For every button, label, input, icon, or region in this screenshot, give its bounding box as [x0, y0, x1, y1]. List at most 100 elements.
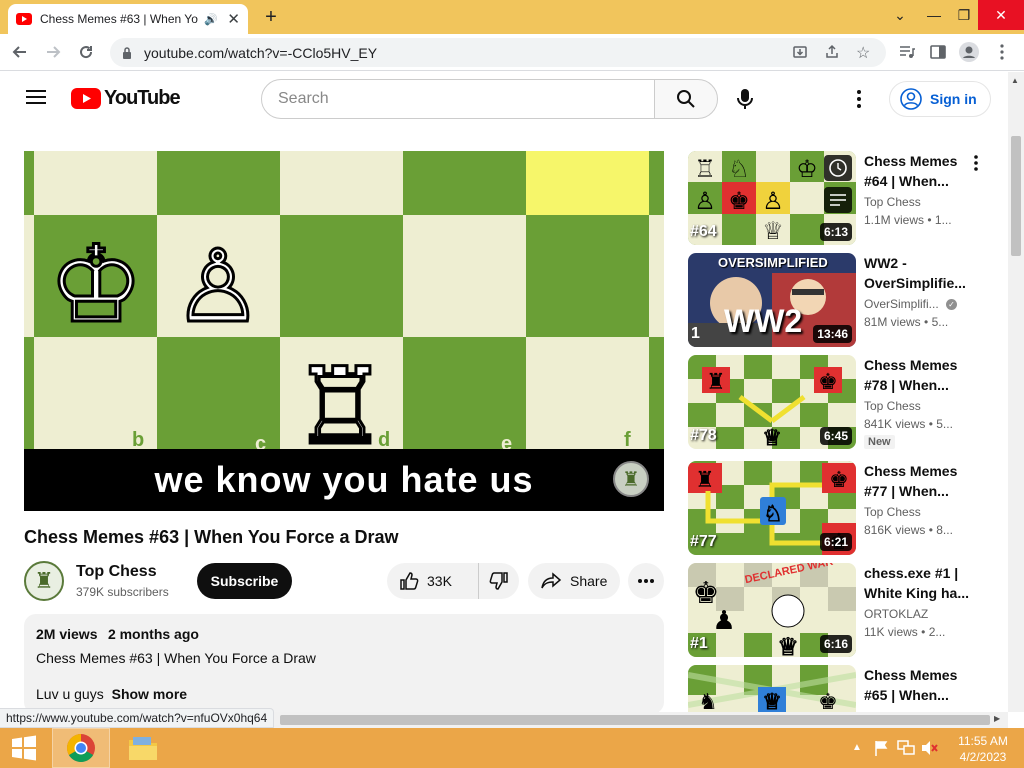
recommendation-age: 5... [931, 315, 949, 329]
show-hidden-icons-arrow-icon[interactable]: ▲ [852, 742, 862, 753]
minimize-button[interactable]: — [920, 0, 948, 30]
forward-button[interactable] [40, 39, 66, 65]
clock-date: 4/2/2023 [959, 750, 1007, 764]
thumbnail-number: #1 [690, 635, 708, 652]
recommendation-channel[interactable]: Top Chess [864, 195, 921, 209]
recommendation-thumbnail[interactable]: ♜ ♚ ♚ ♘ #77 6:21 [688, 461, 856, 555]
recommendation-meta: 1.1M views • 1... [864, 213, 952, 227]
channel-name[interactable]: Top Chess [76, 563, 157, 581]
vertical-scrollbar[interactable]: ▲ [1008, 72, 1024, 712]
speaker-icon[interactable]: 🔊 [204, 13, 218, 26]
svg-text:♞: ♞ [698, 690, 718, 712]
share-button[interactable]: Share [528, 563, 620, 599]
svg-text:♚: ♚ [818, 370, 838, 395]
youtube-logo-icon [71, 88, 101, 109]
share-page-icon[interactable] [824, 44, 840, 60]
recommendation-item[interactable]: ♚ ♟ ♕ DECLARED WAR #1 6:16 chess.exe #1 … [688, 563, 994, 657]
svg-text:♙: ♙ [762, 187, 784, 215]
recommendation-thumbnail[interactable]: OVERSIMPLIFIED WW2 1 13:46 [688, 253, 856, 347]
recommendation-item[interactable]: ♞ ♕ ♚ Chess Memes #65 | When... [688, 665, 994, 712]
sign-in-button[interactable]: Sign in [889, 81, 991, 117]
reload-button[interactable] [73, 39, 99, 65]
youtube-logo-text: YouTube [104, 87, 181, 109]
side-panel-icon[interactable] [925, 39, 951, 65]
recommendation-thumbnail[interactable]: ♚ ♟ ♕ DECLARED WAR #1 6:16 [688, 563, 856, 657]
tab-search-icon[interactable]: ⌄ [886, 0, 914, 30]
recommendation-thumbnail[interactable]: ♖ ♘ ♔ ♙ ♚ ♙ ♕ #64 6:13 [688, 151, 856, 245]
bookmark-star-icon[interactable]: ☆ [856, 43, 870, 63]
search-button[interactable] [654, 79, 718, 119]
media-control-icon[interactable] [894, 39, 920, 65]
recommendation-title[interactable]: Chess Memes #65 | When... [864, 665, 976, 705]
recommendation-title[interactable]: Chess Memes #77 | When... [864, 461, 976, 501]
network-icon[interactable] [897, 740, 915, 756]
vertical-scroll-thumb[interactable] [1011, 136, 1021, 256]
status-url-bubble: https://www.youtube.com/watch?v=nfuOVx0h… [0, 708, 275, 728]
address-bar[interactable]: youtube.com/watch?v=-CClo5HV_EY ☆ [110, 38, 886, 67]
recommendation-channel[interactable]: Top Chess [864, 399, 921, 413]
channel-watermark-icon[interactable]: ♜ [613, 461, 649, 497]
description-line-2: Luv u guys [36, 686, 104, 702]
taskbar-chrome-button[interactable] [52, 728, 110, 768]
file-explorer-icon[interactable] [116, 728, 170, 768]
more-actions-button[interactable] [628, 563, 664, 599]
recommendation-thumbnail[interactable]: ♜ ♚ ♕ #78 6:45 [688, 355, 856, 449]
url-text: youtube.com/watch?v=-CClo5HV_EY [144, 44, 378, 61]
recommendation-title[interactable]: WW2 - OverSimplifie... [864, 253, 976, 293]
scroll-up-arrow-icon[interactable]: ▲ [1011, 76, 1019, 85]
recommendation-item[interactable]: ♜ ♚ ♕ #78 6:45 Chess Memes #78 | When...… [688, 355, 994, 449]
recommendation-views: 81M views [864, 315, 921, 329]
recommendation-item[interactable]: ♖ ♘ ♔ ♙ ♚ ♙ ♕ #64 6:13 Chess Memes #64 |… [688, 151, 994, 245]
recommendation-item[interactable]: ♜ ♚ ♚ ♘ #77 6:21 Chess Memes #77 | When.… [688, 461, 994, 555]
chrome-menu-icon[interactable] [989, 39, 1015, 65]
svg-text:♖: ♖ [694, 155, 716, 183]
channel-avatar[interactable]: ♜ [24, 561, 64, 601]
close-tab-icon[interactable]: ✕ [227, 10, 240, 28]
hamburger-menu-icon[interactable] [26, 89, 46, 105]
recommendation-title[interactable]: chess.exe #1 | White King ha... [864, 563, 976, 603]
subscribe-button[interactable]: Subscribe [197, 563, 292, 599]
horizontal-scroll-thumb[interactable] [280, 715, 990, 725]
windows-start-icon[interactable] [8, 728, 40, 768]
svg-text:♔: ♔ [796, 155, 818, 183]
video-duration: 6:45 [819, 427, 852, 445]
back-button[interactable] [7, 39, 33, 65]
recommendation-title[interactable]: Chess Memes #78 | When... [864, 355, 976, 395]
recommendation-channel-row[interactable]: OverSimplifi... ✓ [864, 297, 958, 311]
voice-search-icon[interactable] [736, 88, 754, 110]
recommendation-item[interactable]: OVERSIMPLIFIED WW2 1 13:46 WW2 - OverSim… [688, 253, 994, 347]
close-window-button[interactable]: ✕ [978, 0, 1024, 30]
dislike-button[interactable] [479, 563, 519, 599]
svg-text:♜: ♜ [695, 468, 715, 493]
description-box[interactable]: 2M views 2 months ago Chess Memes #63 | … [24, 614, 664, 714]
recommendation-channel[interactable]: Top Chess [864, 505, 921, 519]
thumbs-down-icon [489, 572, 508, 590]
recommendation-meta: 816K views • 8... [864, 523, 953, 537]
volume-muted-icon[interactable] [921, 740, 939, 756]
more-horizontal-icon [638, 579, 654, 583]
svg-text:♕: ♕ [762, 690, 782, 712]
recommendation-thumbnail[interactable]: ♞ ♕ ♚ [688, 665, 856, 712]
restore-button[interactable]: ❐ [950, 0, 978, 30]
new-tab-button[interactable]: + [258, 4, 284, 30]
recommendation-title[interactable]: Chess Memes #64 | When... [864, 151, 976, 191]
search-input[interactable]: Search [261, 79, 655, 119]
thumbs-up-icon [400, 572, 419, 590]
item-more-icon[interactable] [974, 155, 978, 171]
action-center-flag-icon[interactable] [874, 740, 890, 756]
video-duration: 6:13 [819, 223, 852, 241]
show-more-button[interactable]: Show more [112, 686, 187, 702]
install-app-icon[interactable] [792, 44, 808, 60]
profile-avatar-icon[interactable] [956, 39, 982, 65]
scroll-right-arrow-icon[interactable]: ▶ [994, 714, 1000, 723]
account-icon [900, 88, 922, 110]
recommendation-channel[interactable]: ORTOKLAZ [864, 607, 928, 621]
system-clock[interactable]: 11:55 AM 4/2/2023 [948, 733, 1018, 765]
video-duration: 6:16 [819, 635, 852, 653]
like-button[interactable]: 33K [387, 563, 479, 599]
settings-more-icon[interactable] [857, 90, 861, 108]
tab-title: Chess Memes #63 | When Yo [40, 12, 198, 26]
video-player[interactable]: ♔ ♙ ♖ b c d e f we know you hate us ♜ [24, 151, 664, 511]
browser-tab-active[interactable]: Chess Memes #63 | When Yo 🔊 ✕ [8, 4, 248, 34]
youtube-logo[interactable]: YouTube [71, 87, 181, 110]
